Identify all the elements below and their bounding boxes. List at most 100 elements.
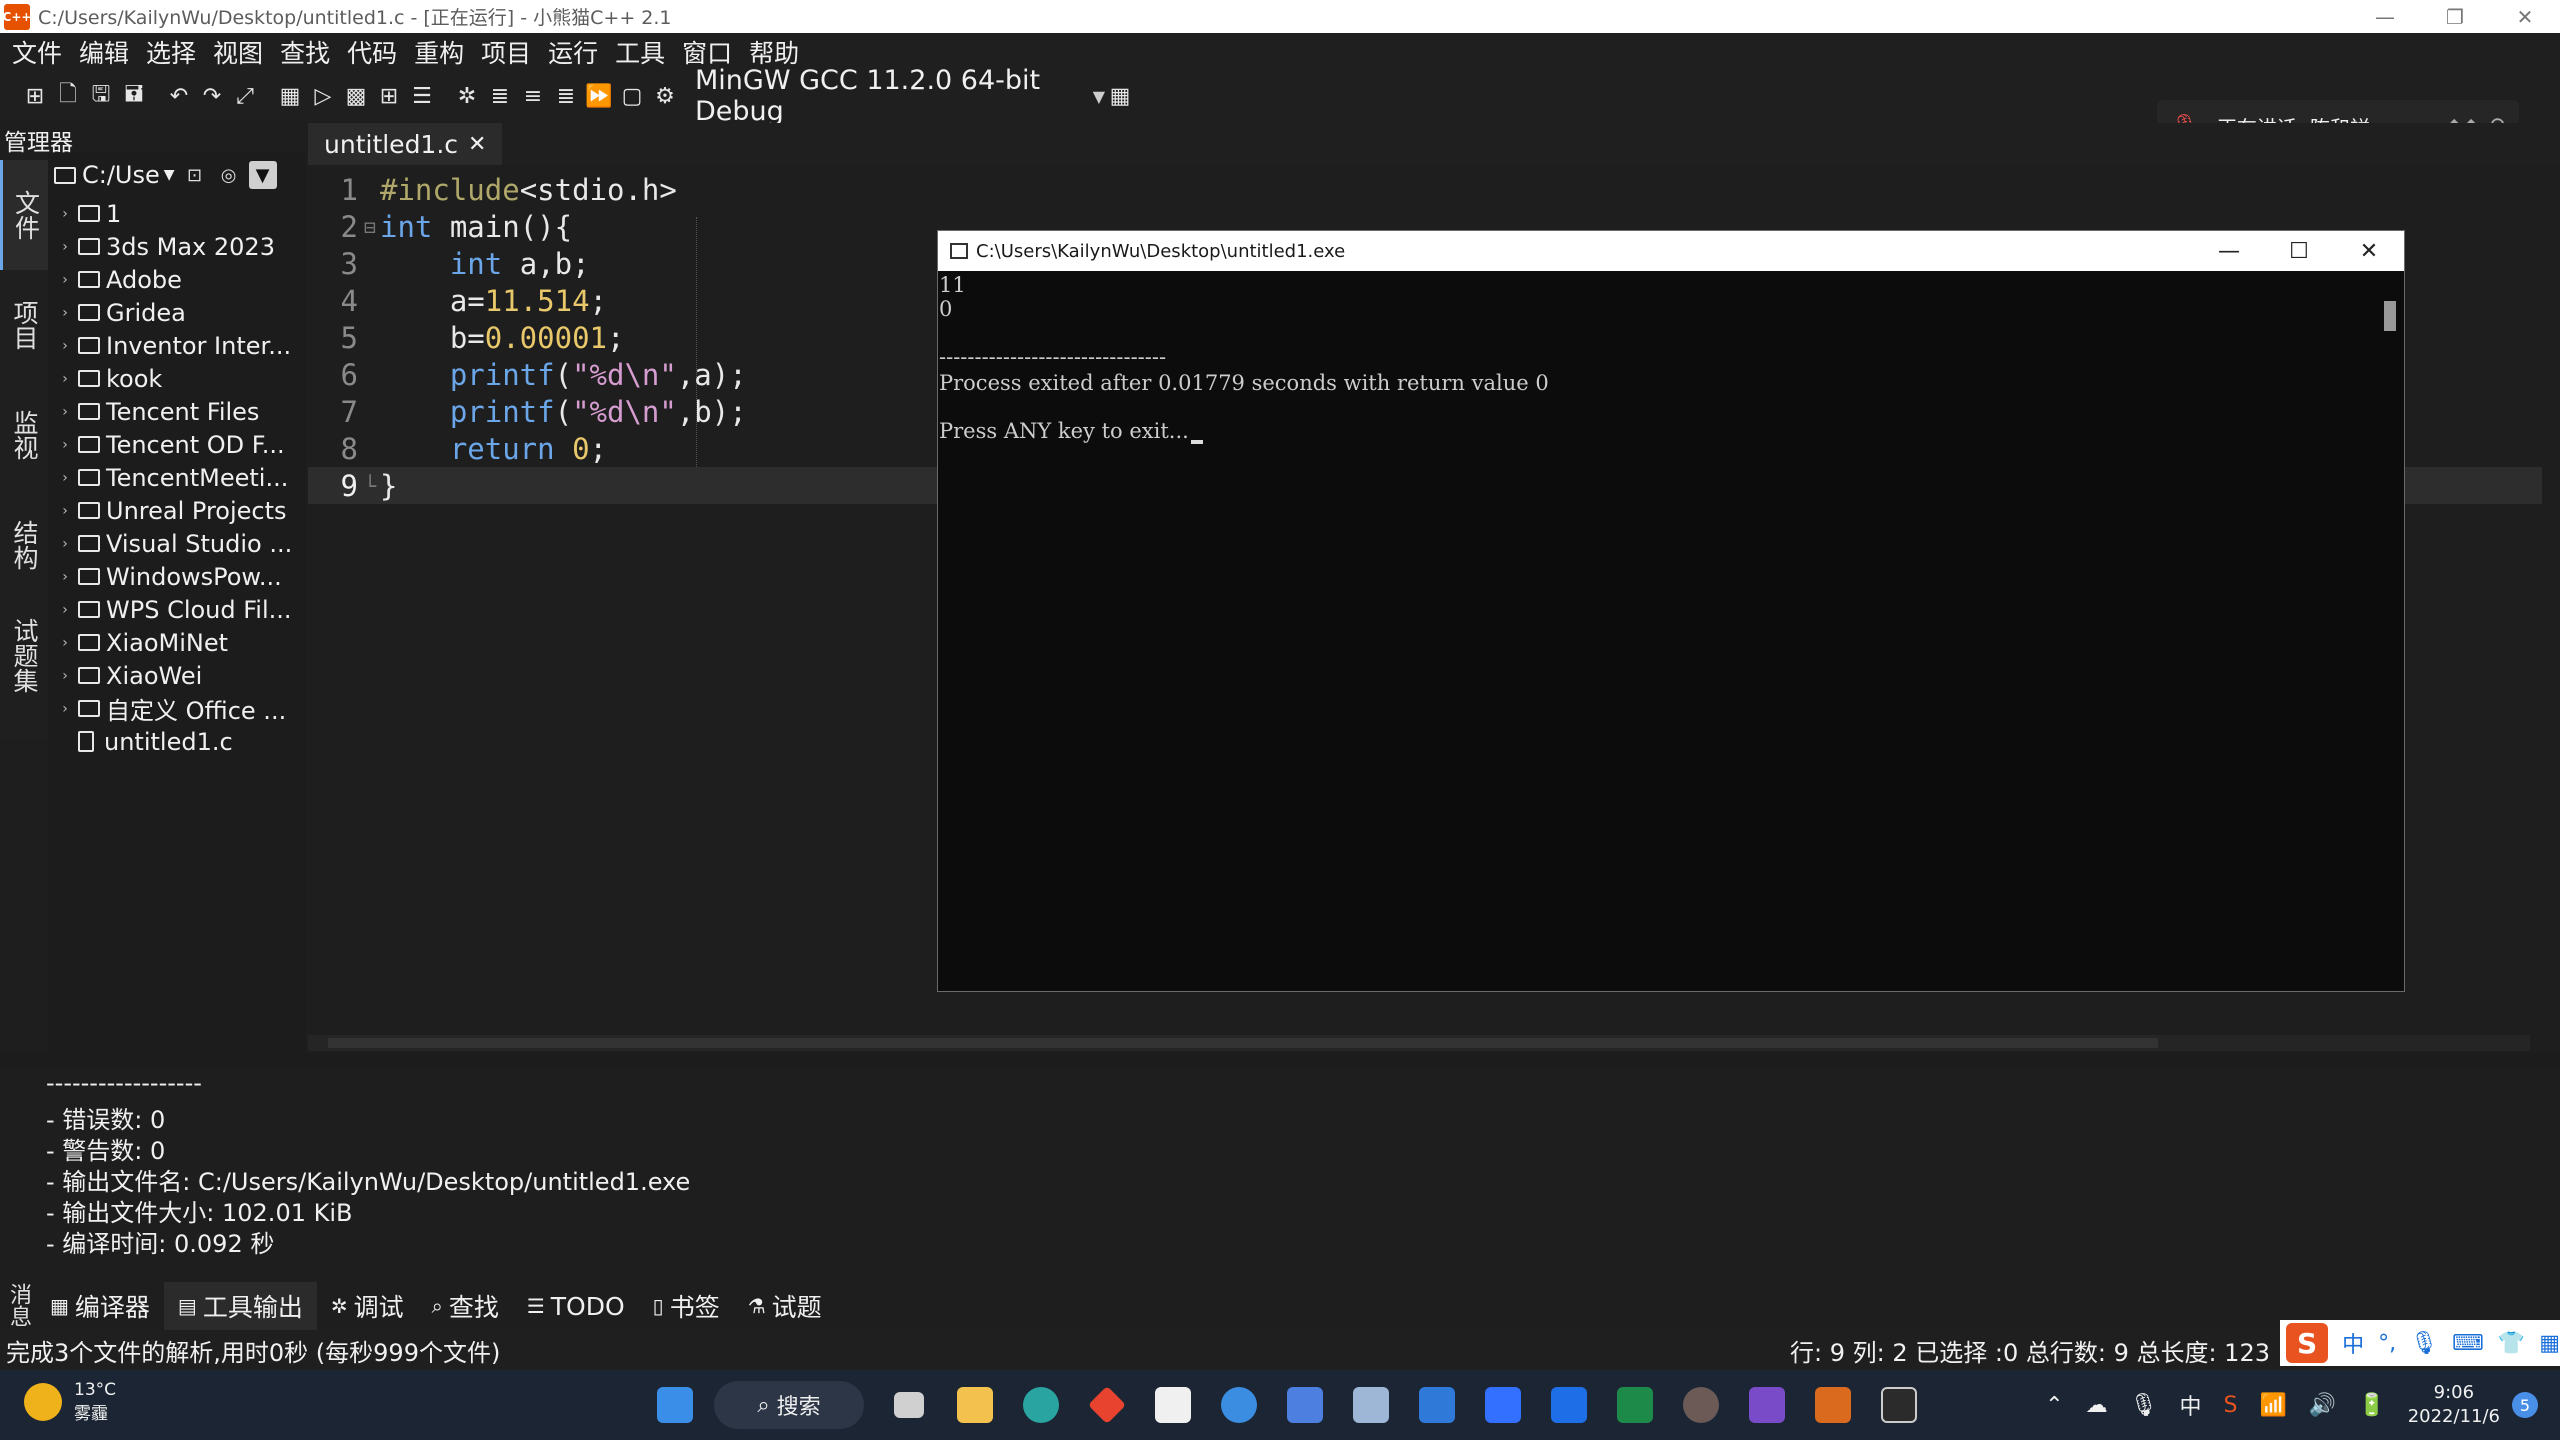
menu-code[interactable]: 代码 <box>347 34 397 70</box>
redo-icon[interactable]: ↷ <box>197 81 227 111</box>
feishu-icon[interactable] <box>1476 1378 1530 1432</box>
editor-vertical-scrollbar[interactable] <box>2542 165 2560 1035</box>
tab-tool-output[interactable]: ▤ 工具输出 <box>163 1282 317 1330</box>
tab-problems[interactable]: ⚗ 试题 <box>734 1282 836 1330</box>
save-icon[interactable]: 🖫 <box>86 81 116 111</box>
tray-lang[interactable]: 中 <box>2180 1389 2202 1421</box>
tree-folder[interactable]: › Unreal Projects <box>48 494 298 527</box>
menu-run[interactable]: 运行 <box>548 34 598 70</box>
step-into-icon[interactable]: ≡ <box>518 81 548 111</box>
microphone-icon[interactable]: 🎙 <box>2130 1393 2158 1418</box>
task-view-icon[interactable] <box>882 1378 936 1432</box>
tree-folder[interactable]: › XiaoWei <box>48 659 298 692</box>
console-scrollbar[interactable] <box>2378 271 2404 991</box>
start-icon[interactable] <box>648 1378 702 1432</box>
debug-icon[interactable]: ✲ <box>452 81 482 111</box>
new-project-icon[interactable]: ⊞ <box>20 81 50 111</box>
fold-icon[interactable]: ⊟ <box>364 215 380 239</box>
console-window[interactable]: C:\Users\KailynWu\Desktop\untitled1.exe … <box>937 230 2405 992</box>
minimize-button[interactable]: — <box>2350 0 2420 33</box>
app-red-icon[interactable] <box>1080 1378 1134 1432</box>
skin-icon[interactable]: 👕 <box>2498 1331 2525 1356</box>
tree-folder[interactable]: › Visual Studio ... <box>48 527 298 560</box>
ime-punct[interactable]: °, <box>2378 1331 2396 1356</box>
taskbar-search[interactable]: ⌕ 搜索 <box>714 1381 864 1429</box>
mail-icon[interactable] <box>1410 1378 1464 1432</box>
panel-splitter[interactable] <box>0 1053 2560 1069</box>
filter-icon[interactable]: ▼ <box>248 161 277 189</box>
tab-untitled1[interactable]: untitled1.c ✕ <box>308 123 503 165</box>
compile-run-icon[interactable]: ▩ <box>341 81 371 111</box>
tree-folder[interactable]: › Tencent Files <box>48 395 298 428</box>
tree-folder[interactable]: › 3ds Max 2023 <box>48 230 298 263</box>
close-icon[interactable]: ✕ <box>468 132 486 157</box>
app-avatar-icon[interactable] <box>1674 1378 1728 1432</box>
clock[interactable]: 9:06 2022/11/6 <box>2408 1381 2500 1429</box>
tree-folder[interactable]: › TencentMeeti... <box>48 461 298 494</box>
tree-file[interactable]: untitled1.c <box>48 725 298 758</box>
help-icon[interactable] <box>1212 1378 1266 1432</box>
tree-folder[interactable]: › WindowsPow... <box>48 560 298 593</box>
menu-select[interactable]: 选择 <box>146 34 196 70</box>
cloud-icon[interactable]: ☁ <box>2086 1393 2108 1418</box>
menu-project[interactable]: 项目 <box>481 34 531 70</box>
explorer-splitter[interactable] <box>296 153 306 1053</box>
tab-bookmarks[interactable]: ▯ 书签 <box>639 1282 734 1330</box>
side-tab-problem-set[interactable]: 试题集 <box>0 600 48 710</box>
side-tab-structure[interactable]: 结构 <box>0 490 48 600</box>
side-tab-project[interactable]: 项目 <box>0 270 48 380</box>
undo-icon[interactable]: ↶ <box>164 81 194 111</box>
save-all-icon[interactable]: 🖬 <box>119 81 149 111</box>
sogou-logo-icon[interactable]: S <box>2286 1323 2329 1363</box>
microphone-icon[interactable]: 🎙 <box>2410 1331 2438 1356</box>
tree-folder[interactable]: › 1 <box>48 197 298 230</box>
console-maximize-button[interactable]: ☐ <box>2264 231 2334 271</box>
compiler-options-icon[interactable]: ▦ <box>1105 81 1135 111</box>
rebuild-icon[interactable]: ⊞ <box>374 81 404 111</box>
restore-button[interactable]: ❐ <box>2420 0 2490 33</box>
edge-icon[interactable] <box>1014 1378 1068 1432</box>
editor-horizontal-scrollbar[interactable] <box>308 1035 2530 1051</box>
photos-icon[interactable] <box>1344 1378 1398 1432</box>
tree-folder[interactable]: › Inventor Inter... <box>48 329 298 362</box>
notification-badge[interactable]: 5 <box>2512 1392 2538 1418</box>
menu-view[interactable]: 视图 <box>213 34 263 70</box>
side-tab-files[interactable]: 文件 <box>0 160 48 270</box>
console-minimize-button[interactable]: — <box>2194 231 2264 271</box>
tab-debug[interactable]: ✲ 调试 <box>317 1282 418 1330</box>
tree-folder[interactable]: › kook <box>48 362 298 395</box>
menu-find[interactable]: 查找 <box>280 34 330 70</box>
chevron-down-icon[interactable]: ▼ <box>164 167 175 183</box>
app-blue-icon[interactable] <box>1278 1378 1332 1432</box>
tab-find[interactable]: ⌕ 查找 <box>418 1282 513 1330</box>
tree-folder[interactable]: › Gridea <box>48 296 298 329</box>
menu-refactor[interactable]: 重构 <box>414 34 464 70</box>
chevron-up-icon[interactable]: ⌃ <box>2045 1393 2063 1418</box>
continue-icon[interactable]: ⏩ <box>584 81 614 111</box>
tree-folder[interactable]: › Tencent OD F... <box>48 428 298 461</box>
excel-icon[interactable] <box>1608 1378 1662 1432</box>
file-explorer-icon[interactable] <box>948 1378 1002 1432</box>
locate-icon[interactable]: ◎ <box>215 161 243 189</box>
tree-folder[interactable]: › Adobe <box>48 263 298 296</box>
stop-icon[interactable]: ▢ <box>617 81 647 111</box>
console-close-button[interactable]: ✕ <box>2334 231 2404 271</box>
format-icon[interactable]: ⤢ <box>230 81 260 111</box>
weather-widget[interactable]: 13°C 雾霾 <box>24 1378 116 1426</box>
keyboard-icon[interactable]: ⌨ <box>2452 1331 2484 1356</box>
side-tab-watch[interactable]: 监视 <box>0 380 48 490</box>
volume-icon[interactable]: 🔊 <box>2309 1393 2336 1418</box>
ime-lang[interactable]: 中 <box>2342 1327 2364 1359</box>
store-icon[interactable] <box>1146 1378 1200 1432</box>
step-out-icon[interactable]: ≣ <box>551 81 581 111</box>
tab-compiler[interactable]: ▦ 编译器 <box>36 1282 164 1330</box>
run-icon[interactable]: ▷ <box>308 81 338 111</box>
tree-folder[interactable]: › WPS Cloud Fil... <box>48 593 298 626</box>
tree-folder[interactable]: › XiaoMiNet <box>48 626 298 659</box>
tree-folder[interactable]: › 自定义 Office ... <box>48 692 298 725</box>
sogou-tray-icon[interactable]: S <box>2224 1393 2238 1418</box>
visual-studio-icon[interactable] <box>1740 1378 1794 1432</box>
explorer-path[interactable]: C:/Use <box>82 161 160 189</box>
options-icon[interactable]: ☰ <box>407 81 437 111</box>
menu-file[interactable]: 文件 <box>12 34 62 70</box>
